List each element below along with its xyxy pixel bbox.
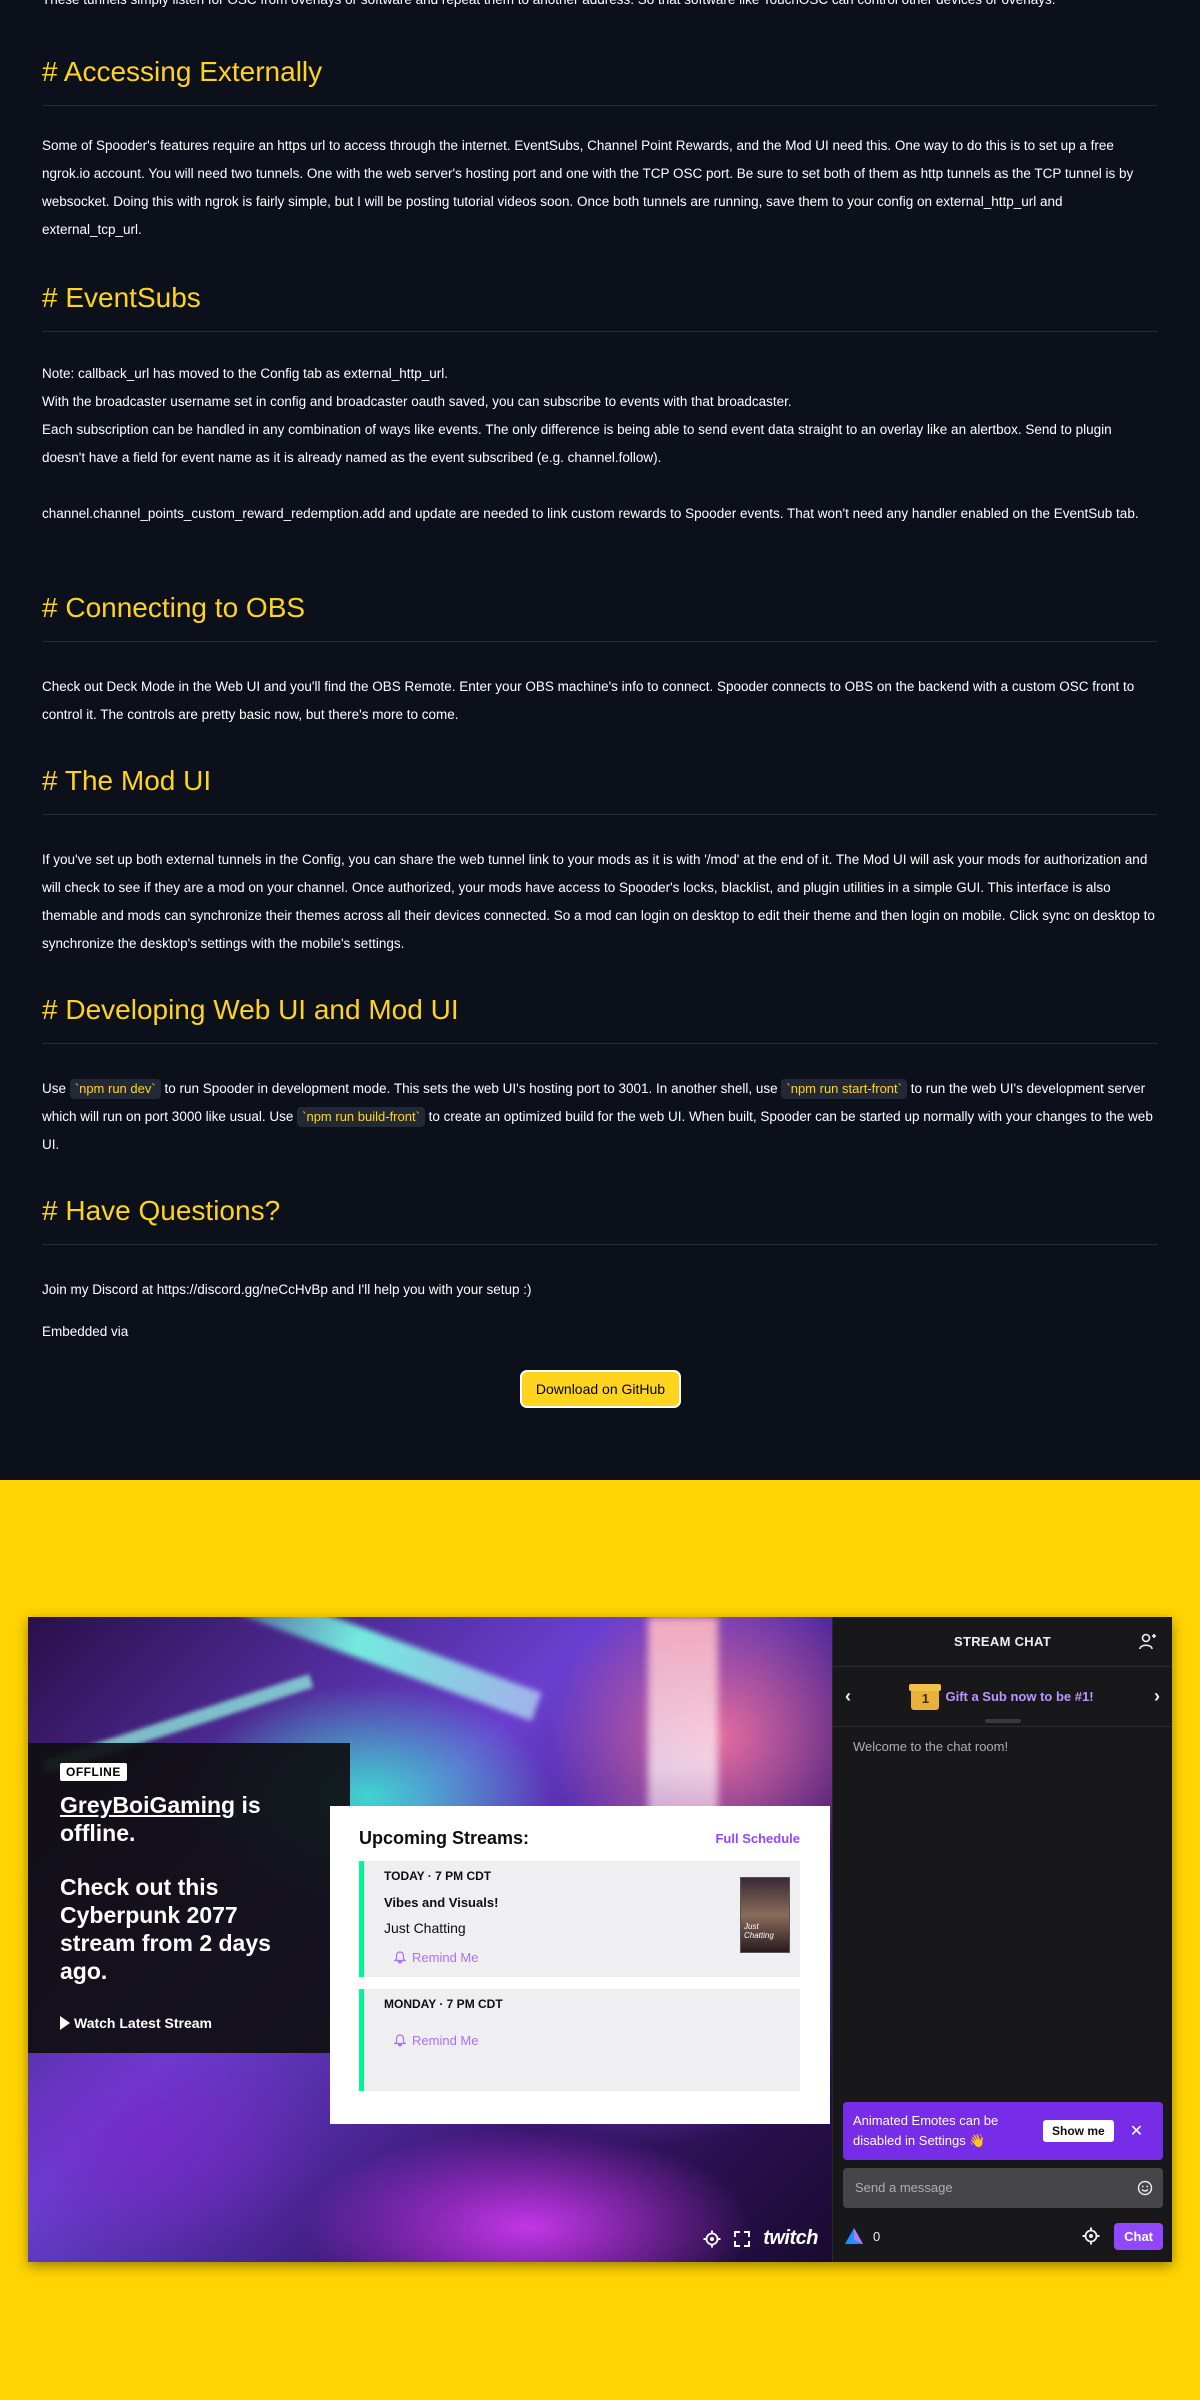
intro-tail-text: These tunnels simply listen for OSC from… [42, 0, 1158, 14]
channel-points-icon [845, 2228, 863, 2244]
code-npm-run-dev: `npm run dev` [69, 1079, 161, 1099]
gift-count: 1 [921, 1690, 930, 1706]
upcoming-streams-title: Upcoming Streams: [359, 1828, 530, 1848]
schedule-item: MONDAY · 7 PM CDT Remind Me [359, 1989, 800, 2091]
gift-sub-text: Gift a Sub now to be #1! [945, 1689, 1094, 1704]
full-schedule-link[interactable]: Full Schedule [715, 1831, 800, 1846]
remind-me-label: Remind Me [412, 1950, 479, 1965]
check-out-text: Check out this Cyberpunk 2077 stream fro… [60, 1874, 271, 1984]
wave-emote-icon: 👋 [969, 2133, 986, 2148]
community-users-icon[interactable] [1138, 1632, 1158, 1652]
discord-paragraph: Join my Discord at https://discord.gg/ne… [42, 1282, 532, 1297]
video-player[interactable]: OFFLINE GreyBoiGaming is offline. Check … [28, 1617, 832, 2262]
chat-header-title: STREAM CHAT [954, 1634, 1051, 1649]
remind-me-button[interactable]: Remind Me [384, 2033, 780, 2048]
fullscreen-icon[interactable] [733, 2230, 751, 2248]
developing-paragraph: Use `npm run dev` to run Spooder in deve… [42, 1075, 1158, 1159]
chat-settings-gear-icon[interactable] [1082, 2227, 1100, 2245]
category-boxart: Just Chatting [740, 1877, 790, 1953]
schedule-item: TODAY · 7 PM CDT Vibes and Visuals! Just… [359, 1861, 800, 1977]
obs-paragraph: Check out Deck Mode in the Web UI and yo… [42, 679, 1135, 722]
chat-input-placeholder: Send a message [855, 2180, 953, 2195]
chat-footer: 0 Chat [843, 2221, 1163, 2251]
settings-gear-icon[interactable] [703, 2230, 721, 2248]
channel-points[interactable]: 0 [843, 2227, 880, 2245]
dev-text-2: to run Spooder in development mode. This… [160, 1081, 782, 1096]
chat-header: STREAM CHAT [833, 1617, 1172, 1667]
twitch-embed: OFFLINE GreyBoiGaming is offline. Check … [28, 1617, 1172, 2262]
chevron-right-icon[interactable]: › [1150, 1686, 1164, 1707]
schedule-time: TODAY · 7 PM CDT [384, 1869, 492, 1883]
remind-me-button[interactable]: Remind Me [384, 1950, 780, 1965]
mod-ui-paragraph: If you've set up both external tunnels i… [42, 852, 1155, 951]
offline-card: OFFLINE GreyBoiGaming is offline. Check … [28, 1743, 350, 2053]
code-npm-run-build-front: `npm run build-front` [297, 1107, 425, 1127]
offline-badge: OFFLINE [60, 1763, 127, 1781]
dev-text-1: Use [42, 1081, 70, 1096]
eventsubs-subscription: Each subscription can be handled in any … [42, 422, 1112, 465]
bell-icon [394, 1951, 406, 1964]
player-controls: twitch [703, 2227, 818, 2250]
emote-picker-icon[interactable] [1137, 2180, 1153, 2196]
readme-document: These tunnels simply listen for OSC from… [0, 0, 1200, 1480]
chevron-left-icon[interactable]: ‹ [841, 1686, 855, 1707]
play-icon [60, 2016, 70, 2030]
gift-sub-promo[interactable]: 1 Gift a Sub now to be #1! [909, 1683, 1094, 1710]
boxart-label: Just Chatting [744, 1922, 774, 1940]
heading-accessing-externally: # Accessing Externally [42, 52, 1158, 106]
heading-mod-ui: # The Mod UI [42, 761, 1158, 815]
bell-icon [394, 2034, 406, 2047]
watch-latest-stream-button[interactable]: Watch Latest Stream [60, 2015, 318, 2031]
show-me-button[interactable]: Show me [1043, 2120, 1114, 2142]
schedule-time: MONDAY · 7 PM CDT [384, 1997, 503, 2011]
heading-eventsubs: # EventSubs [42, 278, 1158, 332]
eventsubs-note: Note: callback_url has moved to the Conf… [42, 366, 448, 381]
animated-emotes-text: Animated Emotes can be disabled in Setti… [853, 2111, 1043, 2151]
embedded-via-text: Embedded via [42, 1324, 129, 1339]
heading-have-questions: # Have Questions? [42, 1191, 1158, 1245]
drag-handle[interactable] [984, 1719, 1021, 1723]
animated-emotes-banner: Animated Emotes can be disabled in Setti… [843, 2102, 1163, 2160]
accessing-paragraph: Some of Spooder's features require an ht… [42, 138, 1134, 237]
twitch-logo[interactable]: twitch [763, 2227, 818, 2250]
welcome-message: Welcome to the chat room! [853, 1739, 1009, 1754]
heading-connecting-obs: # Connecting to OBS [42, 588, 1158, 642]
channel-points-count: 0 [873, 2228, 881, 2244]
eventsubs-channel-points: channel.channel_points_custom_reward_red… [42, 506, 1139, 521]
send-chat-button[interactable]: Chat [1114, 2222, 1163, 2250]
stream-chat: STREAM CHAT ‹ 1 Gift a Sub now to be #1!… [832, 1617, 1172, 2262]
download-github-button[interactable]: Download on GitHub [520, 1370, 681, 1408]
upcoming-streams-panel: Upcoming Streams: Full Schedule TODAY · … [330, 1806, 830, 2124]
code-npm-run-start-front: `npm run start-front` [781, 1079, 907, 1099]
schedule-category: Just Chatting [384, 1920, 466, 1936]
close-icon[interactable]: ✕ [1130, 2121, 1143, 2141]
chat-message-input[interactable]: Send a message [843, 2168, 1163, 2208]
gift-sub-bar: ‹ 1 Gift a Sub now to be #1! › [833, 1667, 1172, 1727]
eventsubs-broadcaster: With the broadcaster username set in con… [42, 394, 792, 409]
schedule-title: Vibes and Visuals! [384, 1895, 499, 1910]
heading-developing: # Developing Web UI and Mod UI [42, 990, 1158, 1044]
channel-offline-line: GreyBoiGaming is offline. [60, 1791, 318, 1847]
gift-box-icon: 1 [909, 1683, 942, 1710]
remind-me-label: Remind Me [412, 2033, 479, 2048]
watch-latest-label: Watch Latest Stream [74, 2015, 212, 2031]
channel-name-link[interactable]: GreyBoiGaming [60, 1792, 235, 1818]
